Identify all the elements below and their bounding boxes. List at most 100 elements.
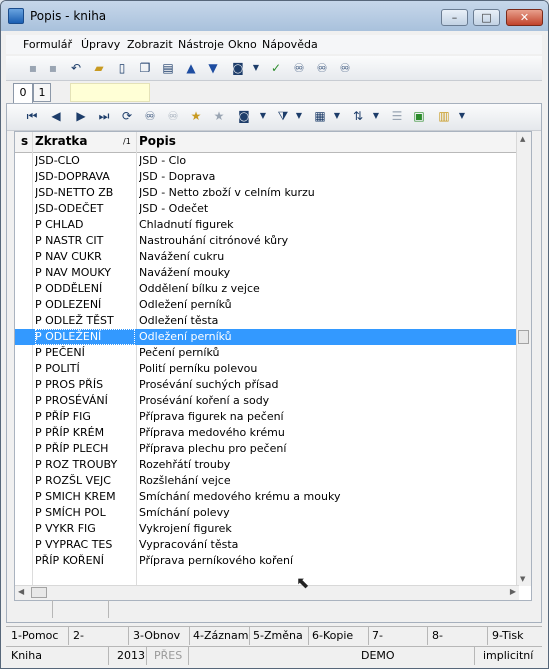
cell-zkratka[interactable]: JSD-CLO <box>35 153 135 169</box>
fkey-9[interactable]: 9-Tisk <box>492 629 524 642</box>
cell-popis[interactable]: Oddělení bílku z vejce <box>139 281 519 297</box>
fkey-2[interactable]: 2- <box>73 629 84 642</box>
cell-popis[interactable]: Nastrouhání citrónové kůry <box>139 233 519 249</box>
cell-popis[interactable]: Pečení perníků <box>139 345 519 361</box>
cell-zkratka[interactable]: JSD-NETTO ZB <box>35 185 135 201</box>
cell-popis[interactable]: Vypracování těsta <box>139 537 519 553</box>
cell-popis[interactable]: Smíchání polevy <box>139 505 519 521</box>
cell-popis[interactable]: Navážení mouky <box>139 265 519 281</box>
cell-zkratka[interactable]: P PŘÍP PLECH <box>35 441 135 457</box>
close-button[interactable]: ✕ <box>506 9 543 26</box>
cell-zkratka[interactable]: P PŘÍP FIG <box>35 409 135 425</box>
new-document-icon[interactable]: ▯ <box>114 60 130 76</box>
cell-zkratka[interactable]: P PEČENÍ <box>35 345 135 361</box>
undo-icon[interactable]: ↶ <box>68 60 84 76</box>
cell-zkratka[interactable]: P VYKR FIG <box>35 521 135 537</box>
star-remove-icon[interactable]: ★ <box>211 108 227 124</box>
binoculars-next-icon[interactable]: ♾ <box>314 60 330 76</box>
cell-zkratka[interactable]: P POLITÍ <box>35 361 135 377</box>
menu-okno[interactable]: Okno <box>228 38 257 51</box>
cell-popis[interactable]: JSD - Clo <box>139 153 519 169</box>
cell-zkratka[interactable]: P SMÍCH POL <box>35 505 135 521</box>
tab-0[interactable]: 0 <box>13 83 33 104</box>
camera-icon[interactable]: ◙ <box>230 60 246 76</box>
first-record-icon[interactable]: ⏮ <box>24 108 40 124</box>
list-icon[interactable]: ☰ <box>389 108 405 124</box>
menu-nastroje[interactable]: Nástroje <box>178 38 224 51</box>
cell-popis[interactable]: Rozehřátí trouby <box>139 457 519 473</box>
hscroll-thumb[interactable] <box>31 587 47 598</box>
star-add-icon[interactable]: ★ <box>188 108 204 124</box>
dropdown-arrow-icon[interactable]: ▼ <box>291 108 307 124</box>
dropdown-arrow-icon[interactable]: ▼ <box>454 108 470 124</box>
cell-zkratka[interactable]: P ROZ TROUBY <box>35 457 135 473</box>
tab-1[interactable]: 1 <box>33 83 51 102</box>
arrow-up-icon[interactable]: ▲ <box>183 60 199 76</box>
scroll-right-icon[interactable]: ▶ <box>510 587 516 596</box>
horizontal-scrollbar[interactable]: ◀ ▶ <box>15 585 519 600</box>
table-row[interactable]: P NAV MOUKY Navážení mouky <box>15 265 519 281</box>
cell-zkratka[interactable]: P ODDĚLENÍ <box>35 281 135 297</box>
table-row[interactable]: P PŘÍP FIG Příprava figurek na pečení <box>15 409 519 425</box>
fkey-4[interactable]: 4-Záznam <box>193 629 248 642</box>
cell-zkratka[interactable]: P ROZŠL VEJC <box>35 473 135 489</box>
columns-icon[interactable]: ▦ <box>312 108 328 124</box>
excel-icon[interactable]: ▣ <box>411 108 427 124</box>
table-row[interactable]: P PROSÉVÁNÍ Prosévání koření a sody <box>15 393 519 409</box>
scroll-thumb[interactable] <box>518 330 529 344</box>
table-row[interactable]: P NAV CUKR Navážení cukru <box>15 249 519 265</box>
cell-zkratka[interactable]: P NAV MOUKY <box>35 265 135 281</box>
table-row[interactable]: P POLITÍ Polití perníku polevou <box>15 361 519 377</box>
dropdown-arrow-icon[interactable]: ▼ <box>329 108 345 124</box>
table-row[interactable]: P NASTR CIT Nastrouhání citrónové kůry <box>15 233 519 249</box>
cell-zkratka[interactable]: PŘÍP KOŘENÍ <box>35 553 135 569</box>
table-row[interactable]: P ODLEZENÍ Odležení perníků <box>15 297 519 313</box>
cell-popis[interactable]: Polití perníku polevou <box>139 361 519 377</box>
table-row[interactable]: P VYPRAC TES Vypracování těsta <box>15 537 519 553</box>
table-row[interactable]: P PEČENÍ Pečení perníků <box>15 345 519 361</box>
binoculars-prev-icon[interactable]: ♾ <box>337 60 353 76</box>
table-row[interactable]: P ODLEŽ TĚST Odležení těsta <box>15 313 519 329</box>
menu-zobrazit[interactable]: Zobrazit <box>127 38 173 51</box>
fkey-5[interactable]: 5-Změna <box>253 629 303 642</box>
table-row[interactable]: P PROS PŘÍS Prosévání suchých přísad <box>15 377 519 393</box>
cell-popis[interactable]: Příprava figurek na pečení <box>139 409 519 425</box>
header-popis[interactable]: Popis <box>139 134 176 148</box>
open-folder-icon[interactable]: ▰ <box>91 60 107 76</box>
table-row[interactable]: P SMICH KREM Smíchání medového krému a mo… <box>15 489 519 505</box>
report-icon[interactable]: ▥ <box>436 108 452 124</box>
last-record-icon[interactable]: ⏭ <box>96 108 112 124</box>
vertical-scrollbar[interactable]: ▲ ▼ <box>516 132 531 586</box>
search-next-icon[interactable]: ♾ <box>165 108 181 124</box>
minimize-button[interactable]: – <box>441 9 468 26</box>
cell-popis[interactable]: Navážení cukru <box>139 249 519 265</box>
cell-popis[interactable]: JSD - Doprava <box>139 169 519 185</box>
cell-popis[interactable]: Prosévání suchých přísad <box>139 377 519 393</box>
cell-zkratka[interactable]: JSD-ODEČET <box>35 201 135 217</box>
save-as-icon[interactable]: ▪ <box>45 60 61 76</box>
next-record-icon[interactable]: ▶ <box>73 108 89 124</box>
filter-icon[interactable]: ⧩ <box>275 108 291 124</box>
cell-popis[interactable]: Odležení těsta <box>139 313 519 329</box>
cell-zkratka[interactable]: P PROSÉVÁNÍ <box>35 393 135 409</box>
fkey-7[interactable]: 7- <box>372 629 383 642</box>
arrow-down-icon[interactable]: ▼ <box>205 60 221 76</box>
fkey-8[interactable]: 8- <box>432 629 443 642</box>
cell-zkratka[interactable]: P NASTR CIT <box>35 233 135 249</box>
dropdown-arrow-icon[interactable]: ▼ <box>248 60 264 76</box>
save-icon[interactable]: ▪ <box>25 60 41 76</box>
maximize-button[interactable]: □ <box>473 9 500 26</box>
refresh-icon[interactable]: ⟳ <box>119 108 135 124</box>
cell-popis[interactable]: Odležení perníků <box>139 329 519 345</box>
cell-popis[interactable]: Příprava perníkového koření <box>139 553 519 569</box>
table-row[interactable]: JSD-ODEČET JSD - Odečet <box>15 201 519 217</box>
table-row[interactable]: JSD-DOPRAVA JSD - Doprava <box>15 169 519 185</box>
table-row[interactable]: P CHLAD Chladnutí figurek <box>15 217 519 233</box>
book-icon[interactable]: ▤ <box>160 60 176 76</box>
fkey-6[interactable]: 6-Kopie <box>312 629 353 642</box>
copy-icon[interactable]: ❐ <box>137 60 153 76</box>
table-row[interactable]: P PŘÍP PLECH Příprava plechu pro pečení <box>15 441 519 457</box>
cell-popis[interactable]: Odležení perníků <box>139 297 519 313</box>
cell-zkratka[interactable]: P PROS PŘÍS <box>35 377 135 393</box>
fkey-1[interactable]: 1-Pomoc <box>11 629 58 642</box>
